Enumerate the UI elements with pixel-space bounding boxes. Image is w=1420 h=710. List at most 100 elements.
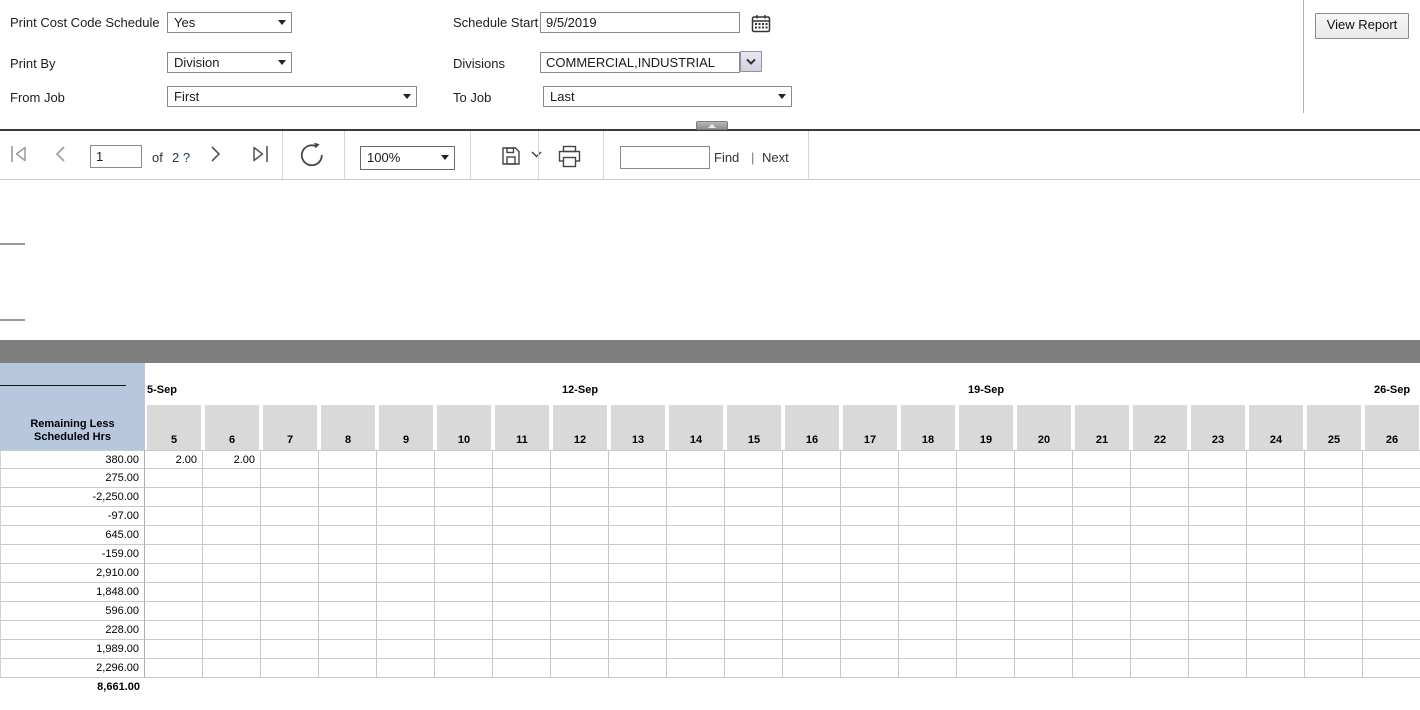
combo-chevron-icon [745, 58, 757, 66]
day-cell [551, 583, 609, 602]
row-remaining-value: -97.00 [0, 507, 145, 526]
day-cell [1131, 469, 1189, 488]
row-remaining-value: 596.00 [0, 602, 145, 621]
day-cell [957, 602, 1015, 621]
print-button[interactable] [557, 145, 582, 168]
zoom-select[interactable]: 100% [360, 146, 455, 170]
day-cell [493, 640, 551, 659]
calendar-icon[interactable] [751, 14, 771, 33]
day-cell [841, 602, 899, 621]
row-remaining-value: 228.00 [0, 621, 145, 640]
day-cell [783, 545, 841, 564]
find-text-input[interactable] [620, 146, 710, 169]
param-label-schedule-start: Schedule Start [453, 15, 538, 30]
from-job-select[interactable]: First [167, 86, 417, 107]
day-cell [725, 621, 783, 640]
day-cell [609, 621, 667, 640]
toolbar-divider [538, 131, 539, 179]
day-cell [551, 450, 609, 469]
day-header-cell: 21 [1075, 405, 1129, 450]
day-cell [1363, 545, 1420, 564]
day-cell [551, 621, 609, 640]
day-cell [145, 564, 203, 583]
collapse-parameters-handle[interactable] [696, 121, 728, 130]
dropdown-arrow-icon [441, 155, 449, 160]
day-cell [145, 526, 203, 545]
day-cell [1131, 659, 1189, 678]
view-report-button[interactable]: View Report [1315, 13, 1409, 39]
next-link[interactable]: Next [762, 150, 789, 165]
day-cell [145, 640, 203, 659]
day-cell [377, 545, 435, 564]
day-cell [667, 526, 725, 545]
day-cell [1073, 545, 1131, 564]
day-cell [145, 545, 203, 564]
day-cell [667, 545, 725, 564]
day-cell [319, 450, 377, 469]
row-header-line1: Remaining Less [30, 418, 114, 431]
day-cell [957, 469, 1015, 488]
row-remaining-value: 275.00 [0, 469, 145, 488]
day-cell [435, 583, 493, 602]
day-cell [1131, 640, 1189, 659]
refresh-button[interactable] [299, 142, 325, 168]
day-header-cell: 12 [553, 405, 607, 450]
day-cell [725, 488, 783, 507]
day-header-cell: 20 [1017, 405, 1071, 450]
day-cell [1015, 583, 1073, 602]
page-number-input[interactable] [90, 145, 142, 168]
day-cell [1247, 469, 1305, 488]
day-cell [783, 640, 841, 659]
day-cell [667, 469, 725, 488]
day-cell [261, 640, 319, 659]
day-cell [899, 507, 957, 526]
divisions-dropdown-button[interactable] [740, 51, 762, 72]
day-cell [377, 564, 435, 583]
schedule-start-input[interactable] [540, 12, 740, 33]
day-cell [145, 488, 203, 507]
day-cell [261, 564, 319, 583]
day-cell [1073, 450, 1131, 469]
day-cell [261, 450, 319, 469]
day-cell [1015, 450, 1073, 469]
day-cell [1189, 526, 1247, 545]
last-page-button[interactable] [249, 144, 271, 164]
day-cell: 2.00 [203, 450, 261, 469]
day-cell [493, 659, 551, 678]
day-cell [1073, 659, 1131, 678]
day-cell [725, 583, 783, 602]
day-cell [957, 621, 1015, 640]
day-header-cell: 17 [843, 405, 897, 450]
day-cell [957, 450, 1015, 469]
divisions-input[interactable] [540, 52, 740, 73]
first-page-button[interactable] [8, 144, 30, 164]
day-cell [377, 450, 435, 469]
export-button[interactable] [500, 145, 543, 167]
day-cell [261, 545, 319, 564]
report-viewer-window: Print Cost Code Schedule Yes Print By Di… [0, 0, 1420, 710]
day-cell [1247, 659, 1305, 678]
previous-page-button[interactable] [52, 144, 68, 164]
day-cell [377, 602, 435, 621]
to-job-select[interactable]: Last [543, 86, 792, 107]
print-by-select[interactable]: Division [167, 52, 292, 73]
find-link[interactable]: Find [714, 150, 739, 165]
day-cell [145, 659, 203, 678]
day-cell [551, 507, 609, 526]
week-label: 12-Sep [562, 384, 598, 396]
next-page-button[interactable] [208, 144, 224, 164]
day-cell [783, 583, 841, 602]
zoom-value: 100% [367, 150, 400, 165]
day-cell [667, 507, 725, 526]
day-header-cell: 25 [1307, 405, 1361, 450]
day-cell [1015, 564, 1073, 583]
panel-divider [1303, 0, 1304, 113]
print-cost-code-schedule-select[interactable]: Yes [167, 12, 292, 33]
day-cell [319, 640, 377, 659]
report-toolbar: of 2 ? 100% [0, 129, 1420, 180]
day-cell [1189, 450, 1247, 469]
day-cell [377, 640, 435, 659]
day-cell [841, 469, 899, 488]
day-cell [783, 564, 841, 583]
day-cell [841, 659, 899, 678]
